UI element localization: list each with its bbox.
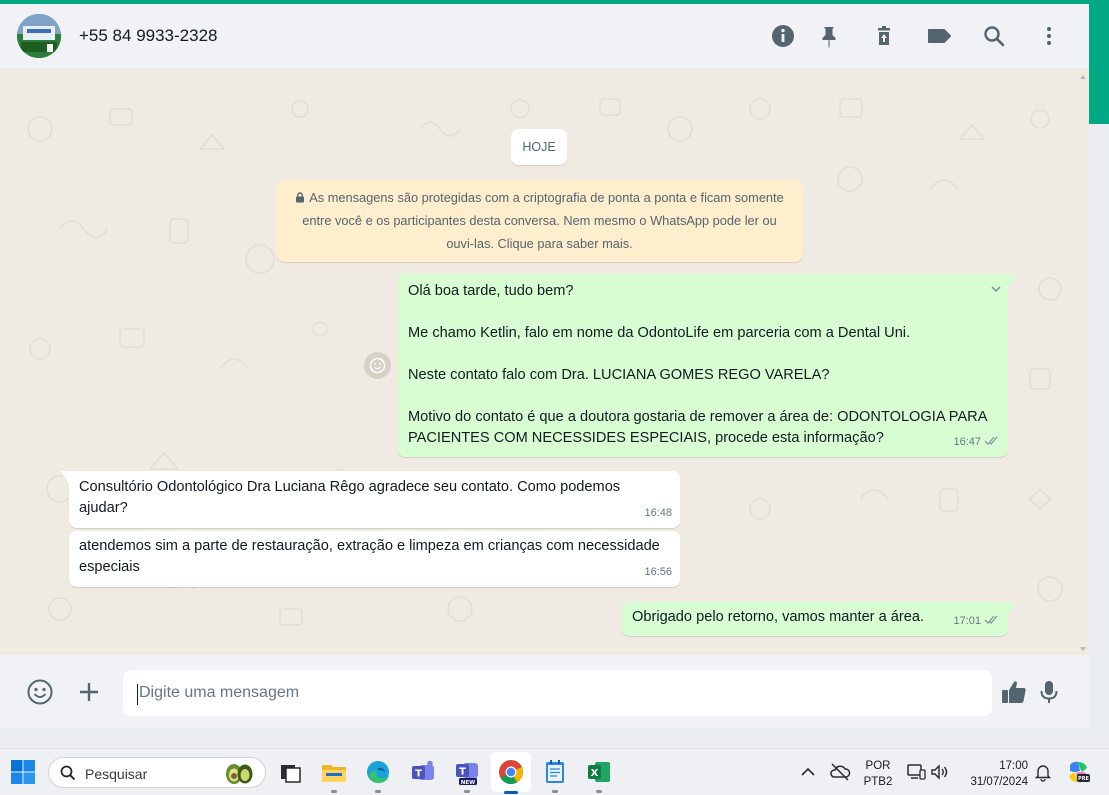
message-text: Consultório Odontológico Dra Luciana Rêg… xyxy=(79,479,621,516)
message-bubble-incoming[interactable]: atendemos sim a parte de restauração, ex… xyxy=(69,531,680,587)
chat-header: +55 84 9933-2328 xyxy=(0,4,1089,69)
message-input[interactable] xyxy=(123,670,992,716)
message-paragraph: Neste contato falo com Dra. LUCIANA GOME… xyxy=(408,367,830,383)
message-paragraph: Motivo do contato é que a doutora gostar… xyxy=(408,409,987,446)
bubble-tail xyxy=(1008,602,1016,615)
contact-avatar[interactable] xyxy=(17,14,61,58)
message-meta: 17:01 xyxy=(953,611,1000,632)
info-icon[interactable] xyxy=(769,22,797,50)
clock-time: 17:00 xyxy=(999,760,1028,772)
message-time: 16:48 xyxy=(644,507,672,519)
file-explorer-icon[interactable] xyxy=(321,759,347,793)
message-input-box[interactable] xyxy=(123,670,992,716)
side-panel xyxy=(1089,124,1109,748)
clock-date: 31/07/2024 xyxy=(970,776,1028,788)
search-label: Pesquisar xyxy=(85,766,148,782)
language-code: POR xyxy=(865,760,891,772)
svg-text:NEW: NEW xyxy=(461,780,475,785)
encryption-notice[interactable]: As mensagens são protegidas com a cripto… xyxy=(276,180,803,262)
encryption-notice-text: As mensagens são protegidas com a cripto… xyxy=(302,190,784,251)
svg-text:T: T xyxy=(415,769,422,780)
message-time: 17:01 xyxy=(953,615,981,627)
label-icon[interactable] xyxy=(925,22,953,50)
keyboard-layout: PTB2 xyxy=(863,776,893,788)
message-paragraph: Me chamo Ketlin, falo em nome da OdontoL… xyxy=(408,325,911,341)
bubble-tail xyxy=(61,471,69,484)
teams-icon[interactable]: T xyxy=(410,759,436,785)
teams-new-icon[interactable]: T NEW xyxy=(454,759,480,793)
delete-icon[interactable] xyxy=(870,22,898,50)
message-time: 16:56 xyxy=(644,566,672,578)
emoji-reaction-icon xyxy=(369,357,386,374)
network-icon[interactable] xyxy=(905,761,927,783)
chevron-down-icon[interactable] xyxy=(990,284,1002,294)
search-icon[interactable] xyxy=(980,22,1008,50)
pin-icon[interactable] xyxy=(815,22,843,50)
message-text: atendemos sim a parte de restauração, ex… xyxy=(79,538,660,575)
volume-icon[interactable] xyxy=(929,761,949,783)
date-chip: HOJE xyxy=(511,129,567,165)
chevron-up-icon[interactable] xyxy=(798,762,818,782)
menu-icon[interactable] xyxy=(1035,22,1063,50)
cloud-offline-icon[interactable] xyxy=(829,761,851,783)
text-caret xyxy=(137,684,138,705)
start-icon[interactable] xyxy=(10,759,36,785)
reaction-button[interactable] xyxy=(364,352,391,379)
thumbs-up-icon[interactable] xyxy=(999,677,1029,707)
search-icon xyxy=(60,765,76,781)
read-receipt-icon xyxy=(984,615,998,624)
notepad-icon[interactable] xyxy=(542,759,568,793)
microphone-icon[interactable] xyxy=(1034,677,1064,707)
whatsapp-window: +55 84 9933-2328 HOJE As mensagens são p… xyxy=(0,4,1089,748)
emoji-icon[interactable] xyxy=(25,677,55,707)
scroll-down-arrow-icon[interactable] xyxy=(1080,646,1086,652)
attach-plus-icon[interactable] xyxy=(74,677,104,707)
message-bubble-outgoing[interactable]: Olá boa tarde, tudo bem? Me chamo Ketlin… xyxy=(398,274,1016,457)
avocado-icon xyxy=(226,764,253,784)
edge-icon[interactable] xyxy=(365,759,391,793)
svg-text:T: T xyxy=(459,767,466,778)
chrome-icon[interactable] xyxy=(498,759,524,794)
svg-text:PRE: PRE xyxy=(1078,776,1090,782)
scroll-up-arrow-icon[interactable] xyxy=(1080,74,1086,80)
system-clock[interactable]: 17:00 31/07/2024 xyxy=(960,758,1028,790)
message-bubble-incoming[interactable]: Consultório Odontológico Dra Luciana Rêg… xyxy=(61,471,680,528)
read-receipt-icon xyxy=(984,436,998,445)
copilot-icon[interactable]: PRE xyxy=(1065,759,1091,785)
bubble-tail xyxy=(1008,274,1016,287)
notification-bell-icon[interactable] xyxy=(1033,762,1053,782)
message-meta: 16:47 xyxy=(953,432,1000,453)
message-paragraph: Olá boa tarde, tudo bem? xyxy=(408,283,574,299)
excel-icon[interactable]: X xyxy=(586,759,612,793)
task-view-icon[interactable] xyxy=(278,759,304,785)
lock-icon xyxy=(296,192,305,203)
message-bubble-outgoing[interactable]: Obrigado pelo retorno, vamos manter a ár… xyxy=(622,602,1016,636)
taskbar-search[interactable]: Pesquisar xyxy=(48,757,266,788)
contact-name[interactable]: +55 84 9933-2328 xyxy=(79,26,218,46)
svg-text:X: X xyxy=(591,768,599,779)
windows-taskbar: Pesquisar T T NEW X POR PTB2 17:00 31/07… xyxy=(0,748,1109,795)
input-language[interactable]: POR PTB2 xyxy=(862,758,894,790)
message-time: 16:47 xyxy=(953,436,981,448)
side-accent-bar xyxy=(1089,4,1109,124)
message-text: Obrigado pelo retorno, vamos manter a ár… xyxy=(632,609,925,625)
